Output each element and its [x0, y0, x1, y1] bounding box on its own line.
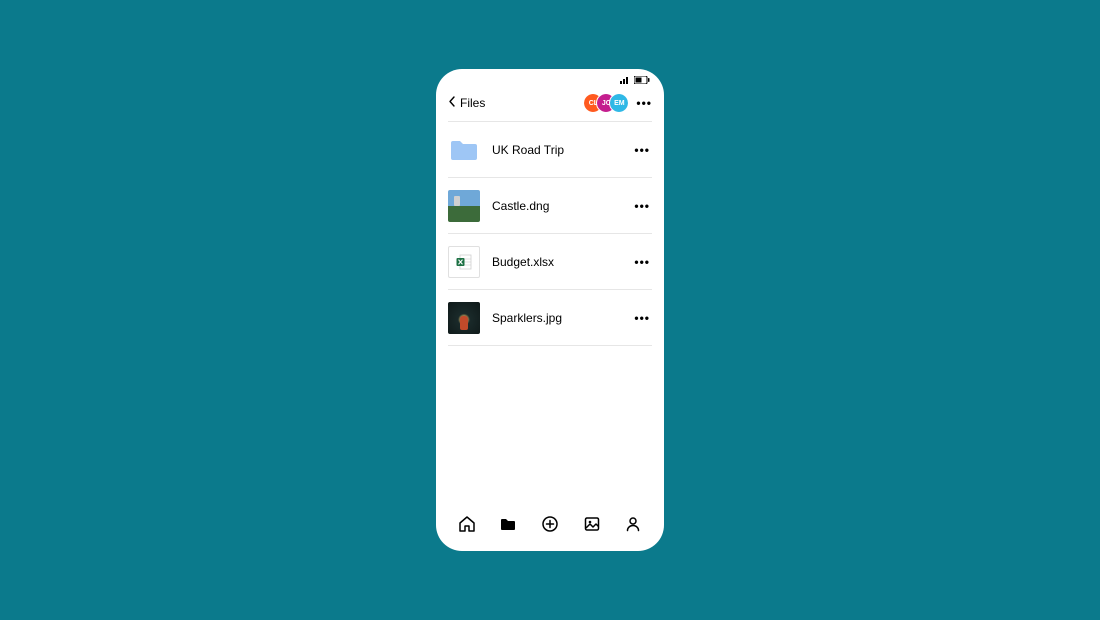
- item-more-button[interactable]: •••: [634, 143, 652, 157]
- photo-icon: [583, 515, 601, 538]
- folder-icon: [448, 134, 480, 166]
- file-name: Budget.xlsx: [492, 255, 622, 269]
- tab-home[interactable]: [455, 514, 479, 538]
- more-button[interactable]: •••: [636, 97, 652, 109]
- tab-files[interactable]: [496, 514, 520, 538]
- item-more-button[interactable]: •••: [634, 199, 652, 213]
- spreadsheet-icon: [448, 246, 480, 278]
- folder-filled-icon: [499, 515, 517, 538]
- shared-avatars[interactable]: CL JC EM: [584, 94, 628, 112]
- signal-icon: [620, 76, 630, 84]
- chevron-left-icon: [448, 96, 456, 110]
- tab-account[interactable]: [621, 514, 645, 538]
- tab-bar: [436, 507, 664, 551]
- person-icon: [624, 515, 642, 538]
- file-name: UK Road Trip: [492, 143, 622, 157]
- tab-add[interactable]: [538, 514, 562, 538]
- header: Files CL JC EM •••: [436, 87, 664, 121]
- phone-frame: Files CL JC EM ••• UK Road Trip ••• Cast…: [436, 69, 664, 551]
- file-list: UK Road Trip ••• Castle.dng ••• Budget.x…: [448, 121, 652, 346]
- item-more-button[interactable]: •••: [634, 311, 652, 325]
- image-thumbnail: [448, 302, 480, 334]
- status-bar: [436, 69, 664, 87]
- list-item[interactable]: Sparklers.jpg •••: [448, 290, 652, 346]
- home-icon: [458, 515, 476, 538]
- image-thumbnail: [448, 190, 480, 222]
- file-name: Castle.dng: [492, 199, 622, 213]
- battery-icon: [634, 76, 650, 84]
- tab-photos[interactable]: [580, 514, 604, 538]
- file-name: Sparklers.jpg: [492, 311, 622, 325]
- list-item[interactable]: Budget.xlsx •••: [448, 234, 652, 290]
- avatar: EM: [610, 94, 628, 112]
- back-button[interactable]: Files: [448, 96, 485, 110]
- item-more-button[interactable]: •••: [634, 255, 652, 269]
- list-item[interactable]: Castle.dng •••: [448, 178, 652, 234]
- list-item[interactable]: UK Road Trip •••: [448, 122, 652, 178]
- plus-circle-icon: [541, 515, 559, 538]
- back-label: Files: [460, 96, 485, 110]
